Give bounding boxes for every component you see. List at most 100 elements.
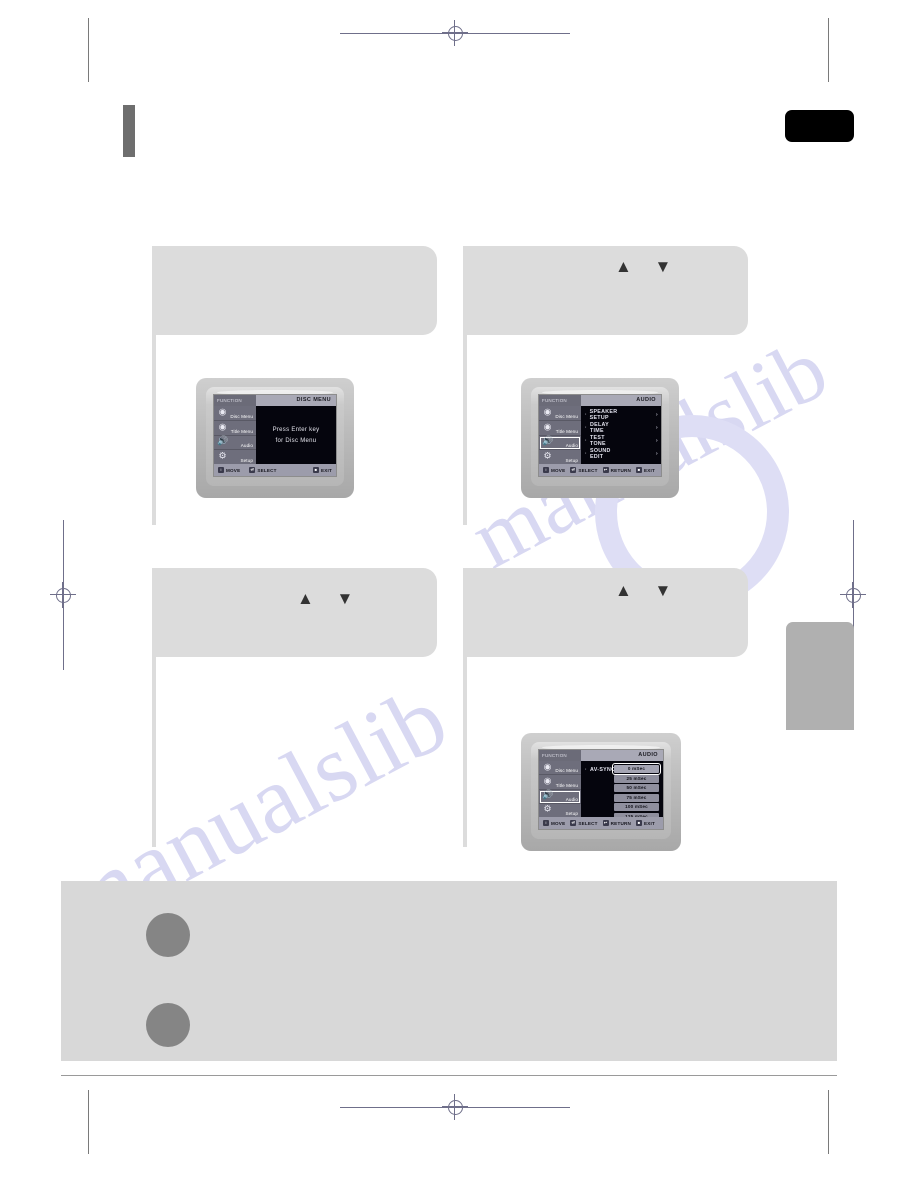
sidebar-item-label: Audio (565, 443, 578, 449)
menu-row-delay-time[interactable]: · DELAY TIME › (585, 421, 658, 434)
footer-action-label: MOVE (551, 467, 566, 473)
title-menu-icon: ◉ (543, 421, 552, 432)
option-item[interactable]: 25 mSec (614, 774, 659, 783)
footer-action-exit[interactable]: ■ EXIT (636, 467, 655, 473)
sidebar-item-title-menu[interactable]: ◉ Title Menu (539, 775, 581, 790)
chapter-tab (785, 110, 854, 142)
select-key-icon: ⏎ (570, 820, 577, 826)
speaker-icon: 🔊 (542, 435, 554, 446)
move-key-icon: ↕ (218, 467, 224, 473)
osd-footer-bar: ↕ MOVE ⏎ SELECT ↩ RETURN ■ EXIT (539, 817, 663, 829)
osd-function-label: FUNCTION (539, 395, 581, 406)
option-item[interactable]: 50 mSec (614, 784, 659, 792)
step-2-stem (463, 335, 467, 525)
disc-menu-icon: ◉ (543, 761, 552, 772)
gear-icon: ⚙ (218, 450, 227, 461)
menu-row-sound-edit[interactable]: · SOUND EDIT › (585, 447, 658, 460)
osd-content-area: Press Enter key for Disc Menu (256, 406, 336, 464)
registration-mark-left (50, 582, 76, 608)
exit-key-icon: ■ (636, 467, 642, 473)
menu-row-speaker-setup[interactable]: · SPEAKER SETUP › (585, 408, 658, 421)
section-side-tab (786, 622, 854, 730)
footer-action-select[interactable]: ⏎ SELECT (570, 467, 597, 473)
sidebar-item-label: Audio (240, 443, 253, 449)
footer-action-exit[interactable]: ■ EXIT (312, 467, 332, 473)
menu-row-value: : 0 mSec (614, 477, 652, 478)
osd-footer-bar: ↕ MOVE ⏎ SELECT ↩ RETURN ■ EXIT (539, 464, 661, 476)
footer-rule (61, 1075, 837, 1076)
osd-screen-avsync-options: FUNCTION AUDIO ◉ Disc Menu ◉ Title Menu … (538, 749, 664, 830)
sidebar-item-setup[interactable]: ⚙ Setup (214, 450, 256, 464)
option-item[interactable]: 75 mSec (614, 793, 659, 802)
menu-row-label: DELAY TIME (590, 421, 609, 434)
osd-sidebar: ◉ Disc Menu ◉ Title Menu 🔊 Audio ⚙ Setup (214, 406, 256, 464)
footer-action-label: EXIT (320, 467, 332, 473)
sidebar-item-label: Title Menu (230, 428, 253, 434)
osd-footer-bar: ↕ MOVE ⏎ SELECT ■ EXIT (214, 464, 336, 476)
notes-panel (61, 881, 837, 1061)
footer-action-exit[interactable]: ■ EXIT (636, 820, 655, 826)
registration-mark-top (442, 20, 468, 46)
footer-action-move[interactable]: ↕ MOVE (543, 820, 565, 826)
step-3-arrows: ▲ ▼ (297, 589, 363, 608)
osd-content-area: · AV-SYNC 0 mSec 25 mSec 50 mSec 75 mSec… (581, 761, 663, 829)
note-badge-1 (146, 913, 190, 957)
speaker-icon: 🔊 (542, 789, 554, 800)
sidebar-item-disc-menu[interactable]: ◉ Disc Menu (214, 406, 256, 421)
sidebar-item-label: Title Menu (555, 782, 578, 788)
return-key-icon: ↩ (602, 820, 609, 826)
title-menu-icon: ◉ (543, 775, 552, 786)
menu-row-label: SOUND EDIT (590, 447, 611, 460)
note-badge-2 (146, 1003, 190, 1047)
sidebar-item-label: Disc Menu (555, 768, 578, 774)
osd-function-label: FUNCTION (214, 395, 256, 406)
sidebar-item-setup[interactable]: ⚙ Setup (539, 804, 581, 817)
footer-action-label: MOVE (551, 820, 566, 826)
sidebar-item-label: Disc Menu (230, 413, 253, 419)
footer-action-move[interactable]: ↕ MOVE (218, 467, 240, 473)
osd-sidebar: ◉ Disc Menu ◉ Title Menu 🔊 Audio ⚙ Setup (539, 406, 581, 464)
tv-screenshot-avsync-options: FUNCTION AUDIO ◉ Disc Menu ◉ Title Menu … (521, 733, 681, 851)
sidebar-item-title-menu[interactable]: ◉ Title Menu (539, 421, 581, 436)
footer-action-select[interactable]: ⏎ SELECT (249, 467, 276, 473)
select-key-icon: ⏎ (249, 467, 256, 473)
step-4-stem (463, 657, 467, 847)
bullet-icon: · (585, 477, 590, 478)
menu-row-label: SPEAKER SETUP (589, 408, 618, 421)
disc-menu-icon: ◉ (218, 406, 227, 417)
osd-title: AUDIO (581, 395, 661, 406)
crop-mark-bottom-left-v (88, 1090, 89, 1154)
footer-action-label: RETURN (610, 467, 631, 473)
sidebar-item-audio[interactable]: 🔊 Audio (539, 436, 581, 451)
footer-action-label: SELECT (257, 467, 277, 473)
sidebar-item-disc-menu[interactable]: ◉ Disc Menu (539, 761, 581, 776)
tv-screenshot-disc-menu: FUNCTION DISC MENU ◉ Disc Menu ◉ Title M… (196, 378, 354, 498)
sidebar-item-setup[interactable]: ⚙ Setup (539, 450, 581, 464)
sidebar-item-label: Audio (565, 796, 578, 802)
crop-mark-top-right-v (828, 18, 829, 82)
sidebar-item-title-menu[interactable]: ◉ Title Menu (214, 421, 256, 436)
chevron-right-icon: › (656, 424, 658, 431)
option-item[interactable]: 0 mSec (612, 763, 661, 775)
sidebar-item-audio[interactable]: 🔊 Audio (539, 790, 581, 804)
registration-mark-bottom (442, 1094, 468, 1120)
footer-action-select[interactable]: ⏎ SELECT (570, 820, 597, 826)
footer-action-move[interactable]: ↕ MOVE (543, 467, 565, 473)
footer-action-label: SELECT (578, 820, 598, 826)
menu-row-test-tone[interactable]: · TEST TONE › (585, 435, 658, 447)
osd-content-area: · SPEAKER SETUP › · DELAY TIME › · TEST … (581, 406, 661, 476)
osd-title: DISC MENU (256, 395, 336, 406)
step-1-callout (152, 246, 437, 335)
footer-action-return[interactable]: ↩ RETURN (602, 820, 631, 826)
step-2-callout: ▲ ▼ (463, 246, 748, 335)
footer-action-return[interactable]: ↩ RETURN (602, 467, 631, 473)
step-3-stem (152, 657, 156, 847)
crop-mark-top-left-v (88, 18, 89, 82)
footer-action-label: SELECT (578, 467, 598, 473)
sidebar-item-disc-menu[interactable]: ◉ Disc Menu (539, 406, 581, 421)
sidebar-item-audio[interactable]: 🔊 Audio (214, 436, 256, 451)
title-menu-icon: ◉ (218, 421, 227, 432)
option-item[interactable]: 100 mSec (614, 803, 659, 811)
osd-screen-audio-menu: FUNCTION AUDIO ◉ Disc Menu ◉ Title Menu … (538, 394, 662, 477)
sidebar-item-label: Title Menu (555, 428, 578, 434)
